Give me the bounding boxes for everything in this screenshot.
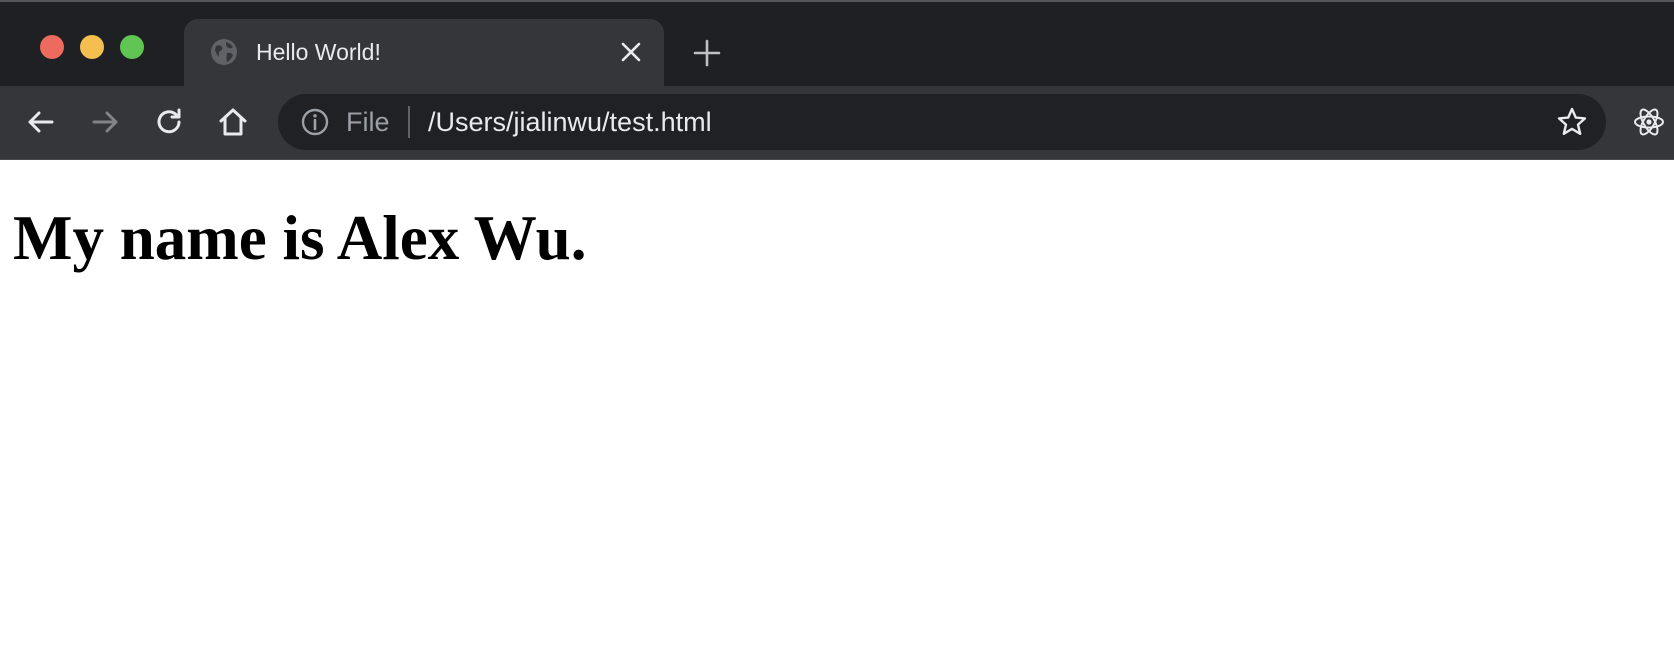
browser-toolbar: File /Users/jialinwu/test.html: [0, 86, 1674, 160]
page-content: My name is Alex Wu.: [0, 160, 1674, 666]
new-tab-plus-icon[interactable]: [693, 39, 721, 67]
url-scheme-label: File: [346, 107, 390, 137]
url-text[interactable]: /Users/jialinwu/test.html: [428, 106, 712, 138]
window-close-button[interactable]: [40, 35, 64, 59]
arrow-left-icon: [28, 111, 54, 133]
back-button[interactable]: [24, 105, 58, 139]
forward-button[interactable]: [88, 105, 122, 139]
bookmark-star-icon[interactable]: [1556, 106, 1588, 138]
tab-title: Hello World!: [256, 39, 381, 65]
arrow-right-icon: [92, 111, 118, 133]
home-icon: [219, 108, 247, 136]
reload-icon: [157, 108, 181, 134]
react-devtools-extension-icon[interactable]: [1632, 105, 1666, 139]
globe-icon: [210, 38, 238, 66]
page-heading: My name is Alex Wu.: [13, 203, 587, 273]
tab-strip: Hello World!: [0, 0, 1674, 88]
url-divider: [408, 106, 410, 138]
address-bar[interactable]: File /Users/jialinwu/test.html: [278, 94, 1606, 150]
window-minimize-button[interactable]: [80, 35, 104, 59]
browser-window: Hello World! File /Users/jialinwu/test.h…: [0, 0, 1674, 666]
tab-close-icon[interactable]: [618, 39, 644, 65]
info-icon[interactable]: [300, 107, 330, 137]
window-maximize-button[interactable]: [120, 35, 144, 59]
home-button[interactable]: [216, 105, 250, 139]
tab-hello-world[interactable]: Hello World!: [184, 19, 664, 88]
reload-button[interactable]: [152, 105, 186, 139]
